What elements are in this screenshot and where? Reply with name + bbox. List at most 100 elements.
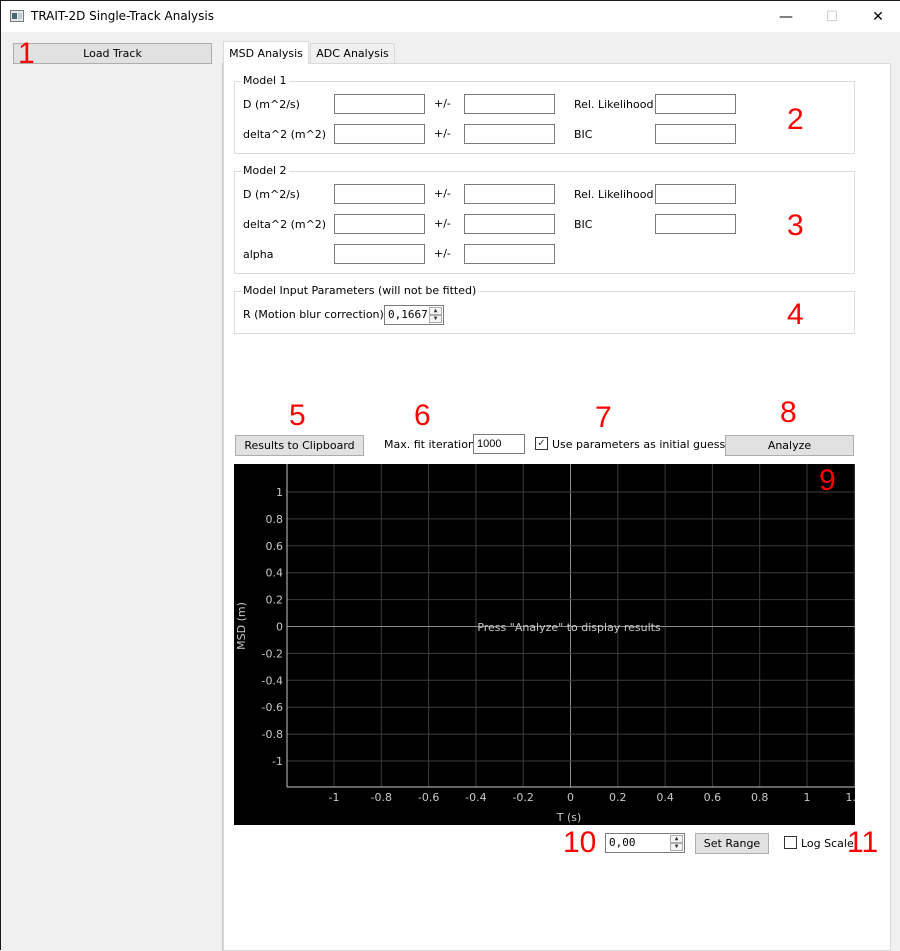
x-axis-label: T (s)	[556, 811, 582, 824]
window-title: TRAIT-2D Single-Track Analysis	[31, 9, 214, 23]
motion-blur-label: R (Motion blur correction)	[243, 308, 384, 321]
motion-blur-spinbox[interactable]: 0,1667 ▲ ▼	[384, 305, 444, 325]
model1-d-input[interactable]	[334, 94, 425, 114]
msd-plot-canvas: -1 -0.8 -0.6 -0.4 -0.2 0 0.2 0.4 0.6 0.8 1 1.2 1 0.8 0…	[235, 464, 855, 824]
tab-msd-analysis[interactable]: MSD Analysis	[223, 41, 309, 64]
model1-delta-label: delta^2 (m^2)	[243, 128, 327, 141]
analyze-button[interactable]: Analyze	[725, 435, 854, 456]
results-to-clipboard-button[interactable]: Results to Clipboard	[235, 435, 364, 456]
max-fit-iterations-label: Max. fit iterations	[384, 438, 481, 451]
set-range-button[interactable]: Set Range	[695, 833, 769, 854]
use-params-label: Use parameters as initial guesses	[552, 438, 738, 451]
model2-alpha-input[interactable]	[334, 244, 425, 264]
spin-down-icon[interactable]: ▼	[670, 843, 683, 851]
model2-rel-likelihood-label: Rel. Likelihood	[574, 188, 654, 201]
y-tick-label: -1	[272, 755, 283, 768]
x-tick-label: -0.6	[418, 791, 439, 804]
max-fit-iterations-input[interactable]	[473, 434, 525, 454]
range-stepper[interactable]: ▲ ▼	[670, 835, 683, 851]
y-tick-label: -0.2	[262, 647, 283, 660]
model1-delta-input[interactable]	[334, 124, 425, 144]
y-tick-label: -0.8	[262, 728, 283, 741]
motion-blur-value: 0,1667	[388, 308, 428, 321]
y-tick-label: -0.6	[262, 701, 283, 714]
model2-alpha-error-input[interactable]	[464, 244, 555, 264]
annotation-4: 4	[787, 298, 804, 331]
model2-d-error-input[interactable]	[464, 184, 555, 204]
annotation-11: 11	[847, 826, 879, 859]
annotation-6: 6	[414, 399, 431, 432]
x-tick-label: -0.4	[465, 791, 486, 804]
motion-blur-stepper[interactable]: ▲ ▼	[429, 307, 442, 323]
range-value: 0,00	[609, 836, 636, 849]
model1-d-error-input[interactable]	[464, 94, 555, 114]
spin-down-icon[interactable]: ▼	[429, 315, 442, 323]
model2-title: Model 2	[241, 164, 289, 177]
x-tick-label: -0.2	[512, 791, 533, 804]
annotation-7: 7	[595, 401, 612, 434]
y-tick-label: 0.8	[266, 513, 284, 526]
maximize-icon: ☐	[825, 8, 839, 25]
model2-delta-pm-label: +/-	[434, 217, 451, 230]
model1-d-label: D (m^2/s)	[243, 98, 300, 111]
plot-placeholder-message: Press "Analyze" to display results	[477, 621, 661, 634]
model2-delta-input[interactable]	[334, 214, 425, 234]
model1-rel-likelihood-label: Rel. Likelihood	[574, 98, 654, 111]
x-tick-label: 1.2	[846, 791, 855, 804]
close-button[interactable]: ✕	[855, 1, 900, 32]
model2-bic-label: BIC	[574, 218, 593, 231]
minimize-button[interactable]: —	[763, 1, 809, 32]
tab-adc-analysis[interactable]: ADC Analysis	[310, 43, 395, 63]
log-scale-checkbox[interactable]	[784, 836, 797, 849]
model2-d-label: D (m^2/s)	[243, 188, 300, 201]
model1-title: Model 1	[241, 74, 289, 87]
y-tick-label: 1	[276, 486, 283, 499]
x-tick-label: 0	[567, 791, 574, 804]
y-tick-label: 0.6	[266, 540, 284, 553]
model2-d-input[interactable]	[334, 184, 425, 204]
model2-d-pm-label: +/-	[434, 187, 451, 200]
x-tick-label: 0.6	[704, 791, 722, 804]
x-tick-label: 1	[804, 791, 811, 804]
annotation-1: 1	[18, 37, 35, 70]
model2-rel-likelihood-input[interactable]	[655, 184, 736, 204]
model2-bic-input[interactable]	[655, 214, 736, 234]
spin-up-icon[interactable]: ▲	[429, 307, 442, 315]
x-tick-label: -0.8	[371, 791, 392, 804]
msd-plot[interactable]: -1 -0.8 -0.6 -0.4 -0.2 0 0.2 0.4 0.6 0.8 1 1.2 1 0.8 0…	[234, 464, 855, 825]
y-tick-label: -0.4	[262, 674, 283, 687]
x-tick-label: 0.4	[656, 791, 674, 804]
model2-delta-label: delta^2 (m^2)	[243, 218, 327, 231]
maximize-button[interactable]: ☐	[809, 1, 855, 32]
spin-up-icon[interactable]: ▲	[670, 835, 683, 843]
y-tick-label: 0.4	[266, 567, 284, 580]
x-tick-label: 0.2	[609, 791, 627, 804]
annotation-5: 5	[289, 399, 306, 432]
annotation-9: 9	[819, 464, 836, 497]
model1-delta-pm-label: +/-	[434, 127, 451, 140]
checkmark-icon: ✓	[537, 438, 546, 449]
range-spinbox[interactable]: 0,00 ▲ ▼	[605, 833, 685, 853]
minimize-icon: —	[779, 8, 793, 25]
model1-delta-error-input[interactable]	[464, 124, 555, 144]
use-params-checkbox[interactable]: ✓	[535, 437, 548, 450]
model2-alpha-label: alpha	[243, 248, 274, 261]
y-tick-label: 0.2	[266, 594, 284, 607]
model1-d-pm-label: +/-	[434, 97, 451, 110]
model1-rel-likelihood-input[interactable]	[655, 94, 736, 114]
model1-bic-label: BIC	[574, 128, 593, 141]
title-bar: TRAIT-2D Single-Track Analysis — ☐ ✕	[1, 1, 900, 32]
x-tick-label: 0.8	[751, 791, 769, 804]
app-icon	[10, 10, 24, 22]
input-params-title: Model Input Parameters (will not be fitt…	[241, 284, 479, 297]
model2-delta-error-input[interactable]	[464, 214, 555, 234]
model2-alpha-pm-label: +/-	[434, 247, 451, 260]
log-scale-label: Log Scale	[801, 837, 854, 850]
annotation-8: 8	[780, 396, 797, 429]
load-track-button[interactable]: Load Track	[13, 43, 212, 64]
y-tick-label: 0	[276, 621, 283, 634]
annotation-2: 2	[787, 103, 804, 136]
annotation-3: 3	[787, 209, 804, 242]
close-icon: ✕	[872, 8, 884, 25]
model1-bic-input[interactable]	[655, 124, 736, 144]
